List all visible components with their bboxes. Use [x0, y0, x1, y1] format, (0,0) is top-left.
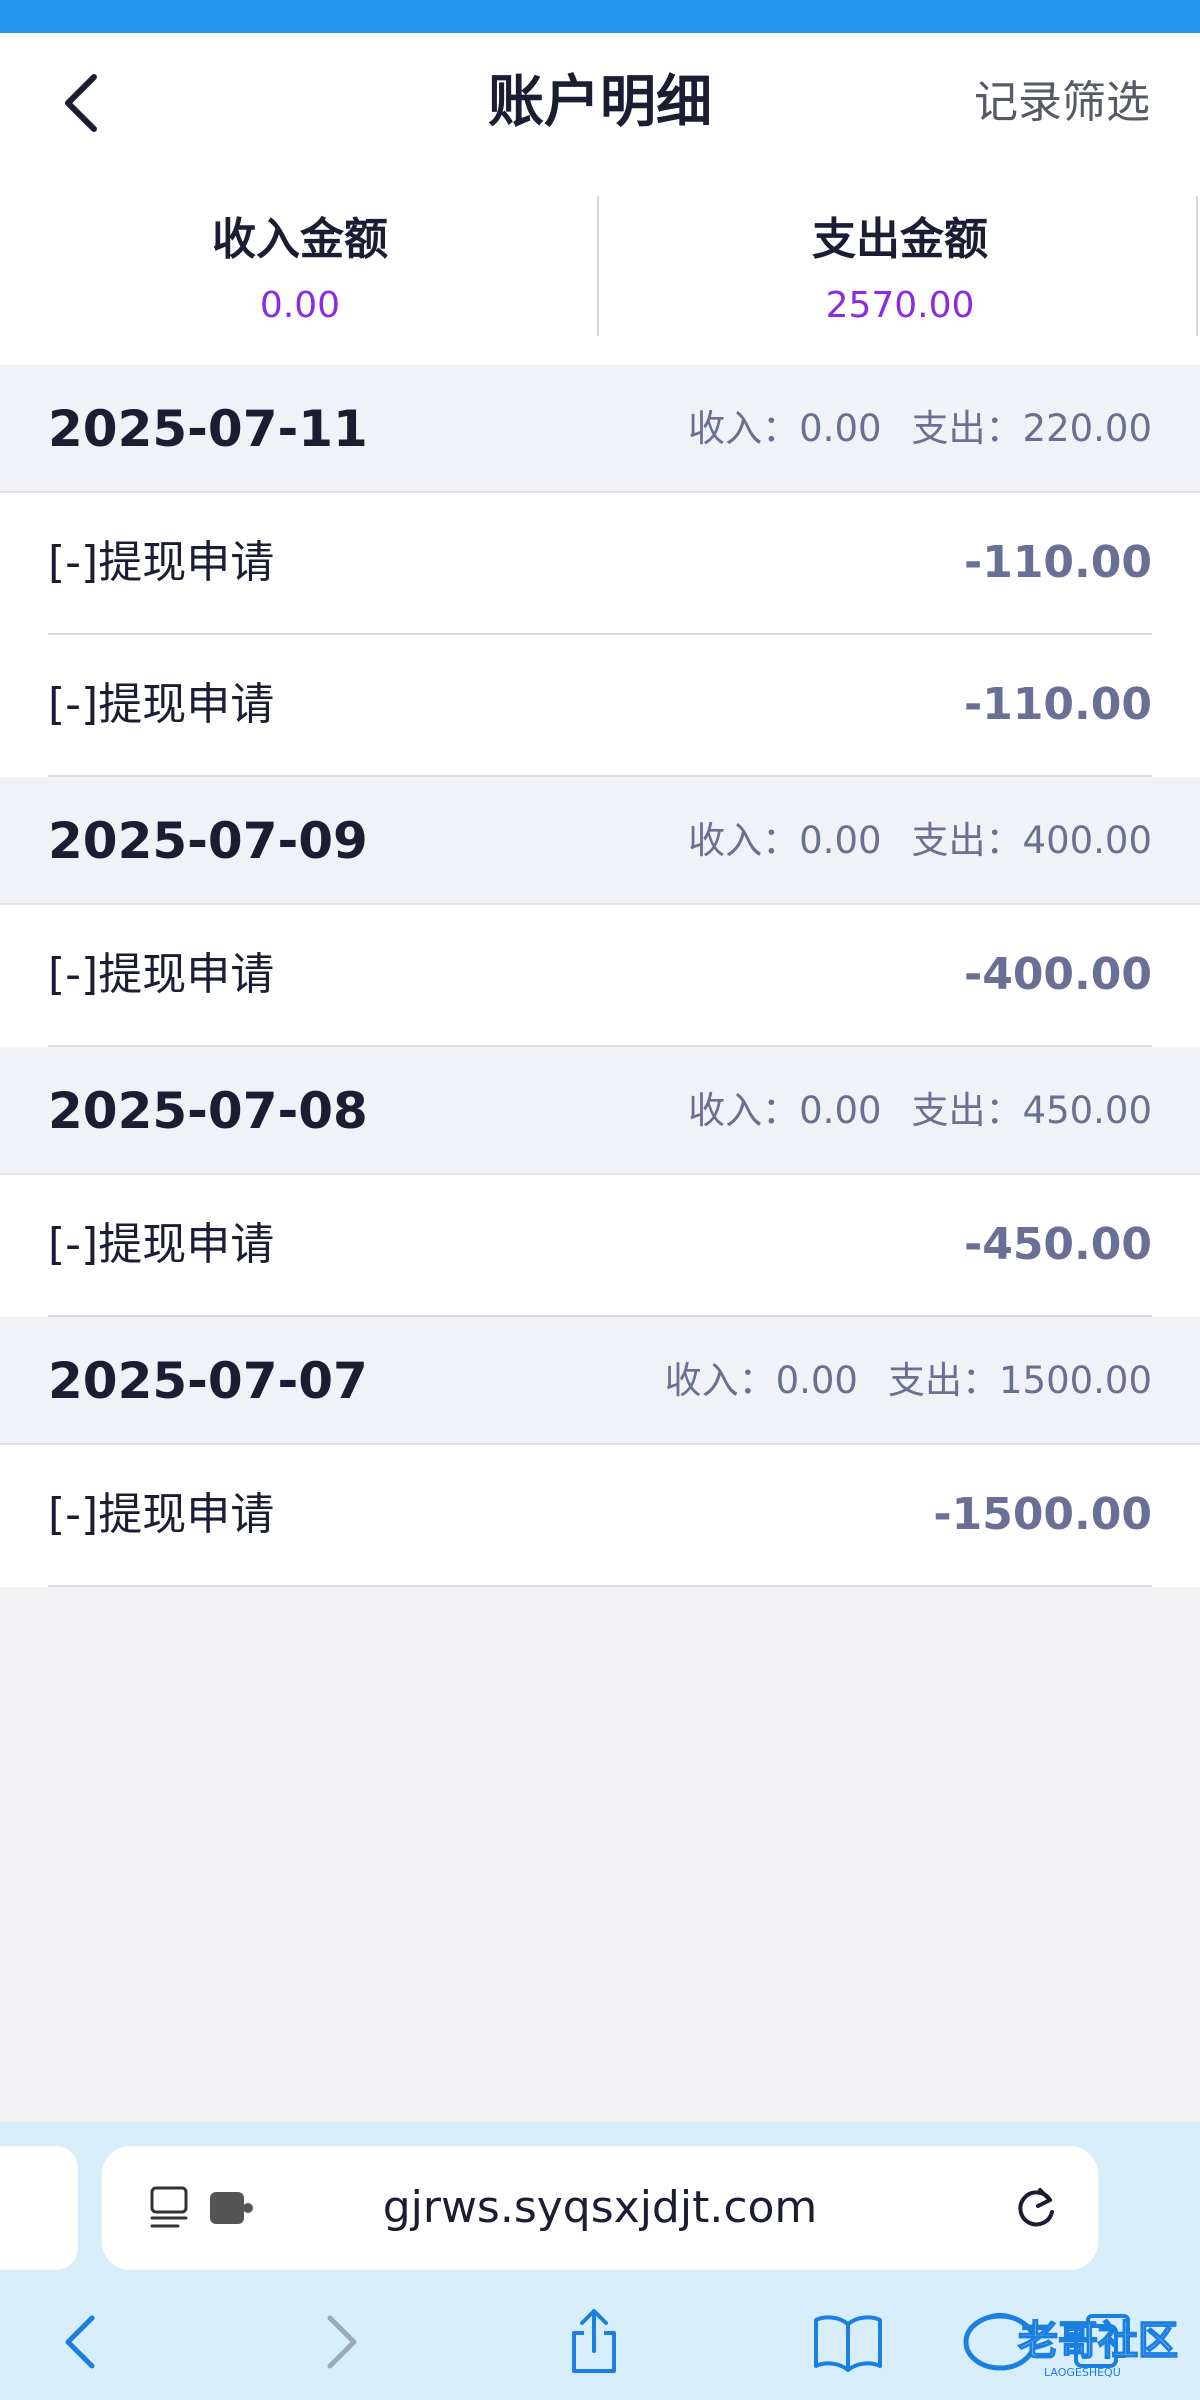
filter-records-button[interactable]: 记录筛选: [974, 63, 1150, 143]
group-date: 2025-07-07: [48, 1352, 368, 1410]
browser-forward-button[interactable]: [304, 2304, 380, 2380]
group-date: 2025-07-09: [48, 812, 368, 870]
group-income: 收入：0.00: [688, 1089, 882, 1132]
group-expense: 支出：450.00: [911, 1089, 1152, 1132]
previous-tab-preview[interactable]: [0, 2146, 78, 2270]
date-group-header: 2025-07-11 收入：0.00 支出：220.00: [0, 365, 1200, 493]
transaction-name: [-]提现申请: [48, 537, 275, 588]
income-value: 0.00: [259, 285, 341, 326]
transaction-amount: -400.00: [963, 949, 1152, 1000]
summary-divider: [597, 196, 599, 336]
group-income: 收入：0.00: [688, 407, 882, 450]
group-expense: 支出：400.00: [911, 819, 1152, 862]
svg-text:LAOGESHEQU: LAOGESHEQU: [1044, 2366, 1121, 2379]
date-group-header: 2025-07-09 收入：0.00 支出：400.00: [0, 777, 1200, 905]
transaction-amount: -110.00: [963, 537, 1152, 588]
group-date: 2025-07-11: [48, 400, 368, 458]
summary-divider: [1196, 196, 1198, 336]
chevron-left-icon: [65, 2315, 95, 2369]
transaction-amount: -1500.00: [933, 1489, 1152, 1540]
transaction-name: [-]提现申请: [48, 1219, 275, 1270]
transaction-row[interactable]: [-]提现申请 -450.00: [0, 1175, 1200, 1317]
svg-text:老哥社区: 老哥社区: [1018, 2318, 1178, 2364]
page-header: 账户明细 记录筛选: [0, 33, 1200, 173]
browser-back-button[interactable]: [42, 2304, 118, 2380]
transaction-name: [-]提现申请: [48, 679, 275, 730]
status-bar: [0, 0, 1200, 33]
group-date: 2025-07-08: [48, 1082, 368, 1140]
share-button[interactable]: [556, 2304, 632, 2380]
group-stats: 收入：0.00 支出：400.00: [658, 777, 1152, 905]
group-stats: 收入：0.00 支出：1500.00: [635, 1317, 1152, 1445]
transaction-amount: -110.00: [963, 679, 1152, 730]
transaction-row[interactable]: [-]提现申请 -110.00: [0, 493, 1200, 635]
transaction-name: [-]提现申请: [48, 1489, 275, 1540]
share-icon: [572, 2309, 616, 2373]
transaction-row[interactable]: [-]提现申请 -400.00: [0, 905, 1200, 1047]
income-label: 收入金额: [212, 214, 388, 265]
date-group-header: 2025-07-07 收入：0.00 支出：1500.00: [0, 1317, 1200, 1445]
transaction-name: [-]提现申请: [48, 949, 275, 1000]
bookmarks-button[interactable]: [810, 2304, 886, 2380]
income-summary: 收入金额 0.00: [0, 173, 600, 365]
watermark-logo: 老哥社区 LAOGESHEQU: [963, 2313, 1179, 2379]
chevron-right-icon: [327, 2315, 357, 2369]
transaction-row[interactable]: [-]提现申请 -1500.00: [0, 1445, 1200, 1587]
group-stats: 收入：0.00 支出：220.00: [658, 365, 1152, 493]
date-group-header: 2025-07-08 收入：0.00 支出：450.00: [0, 1047, 1200, 1175]
row-divider: [48, 1585, 1152, 1587]
group-expense: 支出：1500.00: [887, 1359, 1152, 1402]
expense-value: 2570.00: [825, 285, 975, 326]
book-icon: [814, 2315, 882, 2372]
expense-summary: 支出金额 2570.00: [600, 173, 1200, 365]
transaction-amount: -450.00: [963, 1219, 1152, 1270]
expense-label: 支出金额: [812, 214, 988, 265]
group-expense: 支出：220.00: [911, 407, 1152, 450]
group-stats: 收入：0.00 支出：450.00: [658, 1047, 1152, 1175]
reload-icon[interactable]: [1010, 2182, 1062, 2234]
address-bar[interactable]: gjrws.syqsxjdjt.com: [102, 2146, 1098, 2270]
group-income: 收入：0.00: [688, 819, 882, 862]
group-income: 收入：0.00: [664, 1359, 858, 1402]
url-text: gjrws.syqsxjdjt.com: [382, 2182, 818, 2233]
summary-panel: 收入金额 0.00 支出金额 2570.00: [0, 173, 1200, 365]
browser-toolbar: gjrws.syqsxjdjt.com 老哥社区 LAOGESHEQU: [0, 2122, 1200, 2400]
transaction-list: 2025-07-11 收入：0.00 支出：220.00 [-]提现申请 -110…: [0, 365, 1200, 1587]
transaction-row[interactable]: [-]提现申请 -110.00: [0, 635, 1200, 777]
